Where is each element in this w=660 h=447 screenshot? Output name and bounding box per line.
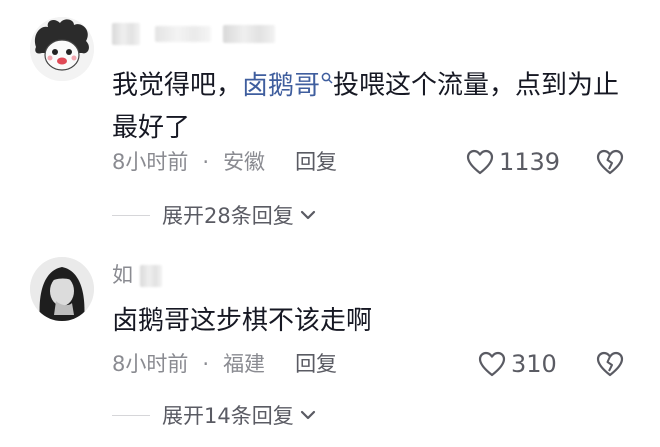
comment-text-segment: 我觉得吧， (112, 70, 243, 101)
avatar[interactable] (30, 257, 94, 321)
dislike-button[interactable] (596, 349, 624, 379)
expand-replies-button[interactable]: 展开28条回复 (112, 200, 316, 230)
redacted-name-mark (112, 23, 140, 45)
redacted-name-mark (223, 25, 276, 43)
username[interactable]: 如 (112, 262, 162, 288)
comment-item: 如 卤鹅哥这步棋不该走啊 8小时前 · 福建 回复 310 展开14条回复 (0, 245, 660, 447)
comment-text-segment: 卤鹅哥这步棋不该走啊 (112, 306, 373, 336)
like-button[interactable]: 310 (478, 349, 557, 379)
heart-outline-icon (466, 149, 494, 175)
username[interactable] (112, 20, 276, 46)
timestamp: 8小时前 (112, 150, 189, 174)
broken-heart-icon (596, 351, 624, 377)
timestamp: 8小时前 (112, 352, 189, 376)
mention-label: 卤鹅哥 (242, 70, 321, 101)
comment-item: 我觉得吧，卤鹅哥 投喂这个流量，点到为止最好了 8小时前 · 安徽 回复 1139 展开… (0, 0, 660, 235)
location: 安徽 (223, 150, 266, 174)
divider-line (112, 414, 150, 416)
mention-link[interactable]: 卤鹅哥 (242, 71, 333, 101)
like-count: 310 (511, 350, 557, 378)
reply-button[interactable]: 回复 (295, 147, 337, 177)
comment-meta: 8小时前 · 安徽 回复 (112, 147, 337, 177)
reply-button[interactable]: 回复 (295, 349, 337, 379)
portrait-avatar-icon (30, 257, 94, 321)
expand-replies-label: 展开28条回复 (162, 204, 294, 228)
chevron-down-icon (300, 410, 315, 420)
username-text: 如 (112, 263, 133, 287)
expand-replies-button[interactable]: 展开14条回复 (112, 400, 316, 430)
like-count: 1139 (499, 148, 561, 176)
location: 福建 (223, 352, 266, 376)
chevron-down-icon (300, 210, 315, 220)
separator-dot: · (202, 352, 210, 376)
comment-text: 卤鹅哥这步棋不该走啊 (112, 300, 632, 342)
broken-heart-icon (596, 149, 624, 175)
redacted-name-mark (154, 26, 211, 42)
comment-text: 我觉得吧，卤鹅哥 投喂这个流量，点到为止最好了 (112, 55, 632, 149)
comment-meta: 8小时前 · 福建 回复 (112, 349, 337, 379)
cartoon-avatar-icon (30, 17, 94, 81)
redacted-name-mark (139, 265, 162, 287)
avatar[interactable] (30, 17, 94, 81)
heart-outline-icon (478, 351, 506, 377)
separator-dot: · (202, 150, 210, 174)
like-button[interactable]: 1139 (466, 147, 560, 177)
expand-replies-label: 展开14条回复 (162, 404, 294, 428)
divider-line (112, 214, 150, 216)
dislike-button[interactable] (596, 147, 624, 177)
search-icon (321, 55, 333, 97)
